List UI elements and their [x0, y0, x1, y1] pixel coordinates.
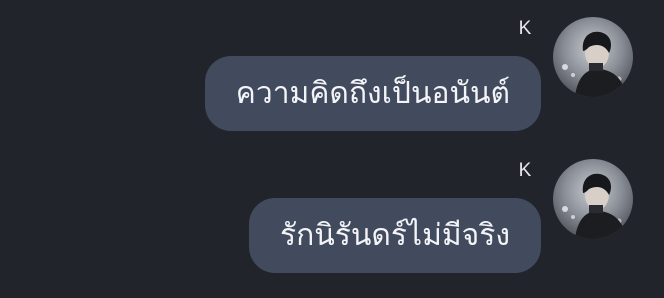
- message-item: K รักนิรันดร์ไม่มีจริง: [0, 142, 664, 282]
- message-bubble[interactable]: รักนิรันดร์ไม่มีจริง: [249, 198, 541, 273]
- profile-photo-icon[interactable]: [553, 17, 633, 97]
- message-bubble[interactable]: ความคิดถึงเป็นอนันต์: [204, 56, 541, 131]
- sender-name: K: [518, 160, 532, 181]
- profile-photo-icon[interactable]: [553, 159, 633, 239]
- sender-name: K: [518, 18, 532, 39]
- message-item: K ความคิดถึงเป็นอนันต์: [0, 0, 664, 140]
- chat-thread: K ความคิดถึงเป็นอนันต์ K รักนิรันดร์ไม่ม…: [0, 0, 664, 298]
